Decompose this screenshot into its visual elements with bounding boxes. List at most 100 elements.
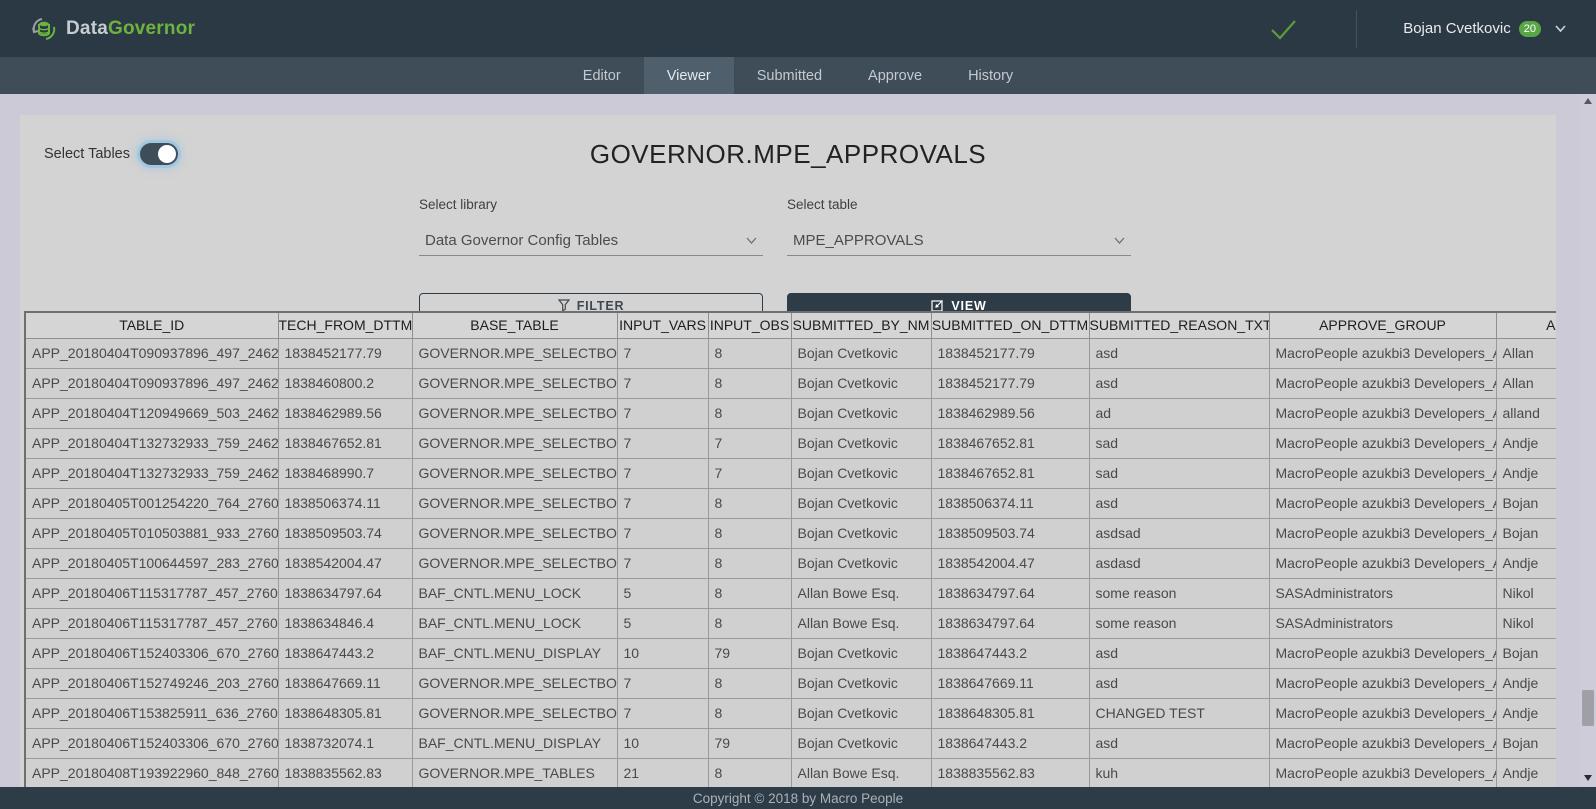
column-header[interactable]: SUBMITTED_BY_NM (791, 312, 931, 338)
select-chevron-icon (1114, 237, 1125, 244)
table-row[interactable]: APP_20180404T090937896_497_2462183845217… (25, 338, 1556, 368)
table-cell: 1838467652.81 (931, 458, 1089, 488)
table-cell: alland (1496, 398, 1556, 428)
table-row[interactable]: APP_20180404T132732933_759_2462 183846765… (25, 428, 1556, 458)
column-header[interactable]: INPUT_OBS (708, 312, 791, 338)
table-cell: sad (1089, 458, 1269, 488)
column-header[interactable]: INPUT_VARS (617, 312, 708, 338)
table-cell: SASAdministrators (1269, 608, 1496, 638)
table-cell: 8 (708, 698, 791, 728)
column-header[interactable]: A (1496, 312, 1556, 338)
checkmark-icon (1268, 17, 1298, 41)
table-cell: 1838647669.11 (931, 668, 1089, 698)
table-cell: APP_20180406T152403306_670_2760 (25, 638, 278, 668)
table-label: Select table (787, 197, 1131, 212)
table-row[interactable]: APP_20180406T152749246_203_2760183864766… (25, 668, 1556, 698)
table-cell: MacroPeople azukbi3 Developers_A (1269, 638, 1496, 668)
brand: DataGovernor (30, 15, 195, 43)
table-cell: 8 (708, 368, 791, 398)
table-row[interactable]: APP_20180405T100644597_283_2760183854200… (25, 548, 1556, 578)
table-select[interactable]: MPE_APPROVALS (787, 226, 1131, 256)
tab-approve[interactable]: Approve (845, 57, 945, 94)
user-name: Bojan Cvetkovic (1403, 20, 1511, 37)
vertical-scrollbar[interactable] (1580, 94, 1596, 787)
table-cell: 7 (617, 488, 708, 518)
table-cell: MacroPeople azukbi3 Developers_A (1269, 428, 1496, 458)
column-header[interactable]: SUBMITTED_ON_DTTM (931, 312, 1089, 338)
table-cell: MacroPeople azukbi3 Developers_A (1269, 668, 1496, 698)
table-cell: 1838647669.11 (278, 668, 412, 698)
table-cell: asd (1089, 488, 1269, 518)
table-cell: some reason (1089, 608, 1269, 638)
brand-name-governor: Governor (108, 18, 195, 39)
table-cell: GOVERNOR.MPE_SELECTBOX (412, 668, 617, 698)
table-cell: APP_20180405T010503881_933_2760 (25, 518, 278, 548)
table-row[interactable]: APP_20180406T153825911_636_2760183864830… (25, 698, 1556, 728)
column-header[interactable]: TECH_FROM_DTTM (278, 312, 412, 338)
table-row[interactable]: APP_20180406T152403306_670_2760183873207… (25, 728, 1556, 758)
table-cell: MacroPeople azukbi3 Developers_A (1269, 458, 1496, 488)
table-row[interactable]: APP_20180408T193922960_848_2760183883556… (25, 758, 1556, 787)
table-cell: MacroPeople azukbi3 Developers_A (1269, 518, 1496, 548)
table-row[interactable]: APP_20180404T120949669_503_2462183846298… (25, 398, 1556, 428)
table-row[interactable]: APP_20180404T090937896_497_2462183846080… (25, 368, 1556, 398)
column-header[interactable]: BASE_TABLE (412, 312, 617, 338)
scrollbar-thumb[interactable] (1582, 690, 1594, 726)
table-cell: GOVERNOR.MPE_SELECTBOX (412, 518, 617, 548)
table-cell: 7 (617, 698, 708, 728)
user-menu[interactable]: Bojan Cvetkovic 20 (1403, 20, 1566, 37)
notification-badge: 20 (1519, 21, 1541, 37)
table-cell: 1838634797.64 (931, 608, 1089, 638)
table-cell: 79 (708, 638, 791, 668)
table-row[interactable]: APP_20180404T132732933_759_2462183846899… (25, 458, 1556, 488)
table-cell: 79 (708, 728, 791, 758)
table-cell: 1838467652.81 (931, 428, 1089, 458)
table-row[interactable]: APP_20180406T115317787_457_2760183863479… (25, 578, 1556, 608)
page-title: GOVERNOR.MPE_APPROVALS (20, 139, 1556, 170)
table-cell: 7 (617, 518, 708, 548)
table-cell: GOVERNOR.MPE_SELECTBOX (412, 398, 617, 428)
table-cell: 7 (617, 548, 708, 578)
table-cell: CHANGED TEST (1089, 698, 1269, 728)
table-cell: 1838647443.2 (278, 638, 412, 668)
table-cell: 1838647443.2 (931, 638, 1089, 668)
database-sync-logo-icon (30, 15, 58, 43)
table-cell: asd (1089, 668, 1269, 698)
table-cell: APP_20180406T115317787_457_2760 (25, 608, 278, 638)
table-cell: GOVERNOR.MPE_SELECTBOX (412, 428, 617, 458)
tab-history[interactable]: History (945, 57, 1036, 94)
table-cell: ad (1089, 398, 1269, 428)
tab-submitted[interactable]: Submitted (734, 57, 845, 94)
table-cell: Andje (1496, 698, 1556, 728)
column-header[interactable]: TABLE_ID (25, 312, 278, 338)
scroll-down-arrow-icon[interactable] (1580, 771, 1596, 785)
table-row[interactable]: APP_20180406T115317787_457_2760183863484… (25, 608, 1556, 638)
table-cell: Allan Bowe Esq. (791, 758, 931, 787)
table-cell: 1838460800.2 (278, 368, 412, 398)
table-cell: 1838452177.79 (278, 338, 412, 368)
table-row[interactable]: APP_20180405T010503881_933_2760183850950… (25, 518, 1556, 548)
table-cell: Bojan (1496, 488, 1556, 518)
tab-viewer[interactable]: Viewer (644, 57, 734, 94)
table-cell: asd (1089, 638, 1269, 668)
table-cell: APP_20180404T132732933_759_2462 (25, 428, 278, 458)
table-cell: MacroPeople azukbi3 Developers_A (1269, 338, 1496, 368)
table-cell: GOVERNOR.MPE_SELECTBOX (412, 698, 617, 728)
table-cell: Andje (1496, 668, 1556, 698)
table-cell: Bojan Cvetkovic (791, 668, 931, 698)
table-row[interactable]: APP_20180405T001254220_764_2760183850637… (25, 488, 1556, 518)
table-row[interactable]: APP_20180406T152403306_670_2760183864744… (25, 638, 1556, 668)
scroll-up-arrow-icon[interactable] (1580, 94, 1596, 108)
tab-editor[interactable]: Editor (560, 57, 644, 94)
column-header[interactable]: SUBMITTED_REASON_TXT (1089, 312, 1269, 338)
table-cell: 10 (617, 728, 708, 758)
table-cell: BAF_CNTL.MENU_DISPLAY (412, 728, 617, 758)
library-select[interactable]: Data Governor Config Tables (419, 226, 763, 256)
table-cell: 8 (708, 518, 791, 548)
table-cell: 1838452177.79 (931, 368, 1089, 398)
column-header[interactable]: APPROVE_GROUP (1269, 312, 1496, 338)
table-cell: APP_20180406T153825911_636_2760 (25, 698, 278, 728)
table-cell: 7 (617, 368, 708, 398)
table-cell: asdasd (1089, 548, 1269, 578)
chevron-down-icon (1555, 25, 1566, 32)
